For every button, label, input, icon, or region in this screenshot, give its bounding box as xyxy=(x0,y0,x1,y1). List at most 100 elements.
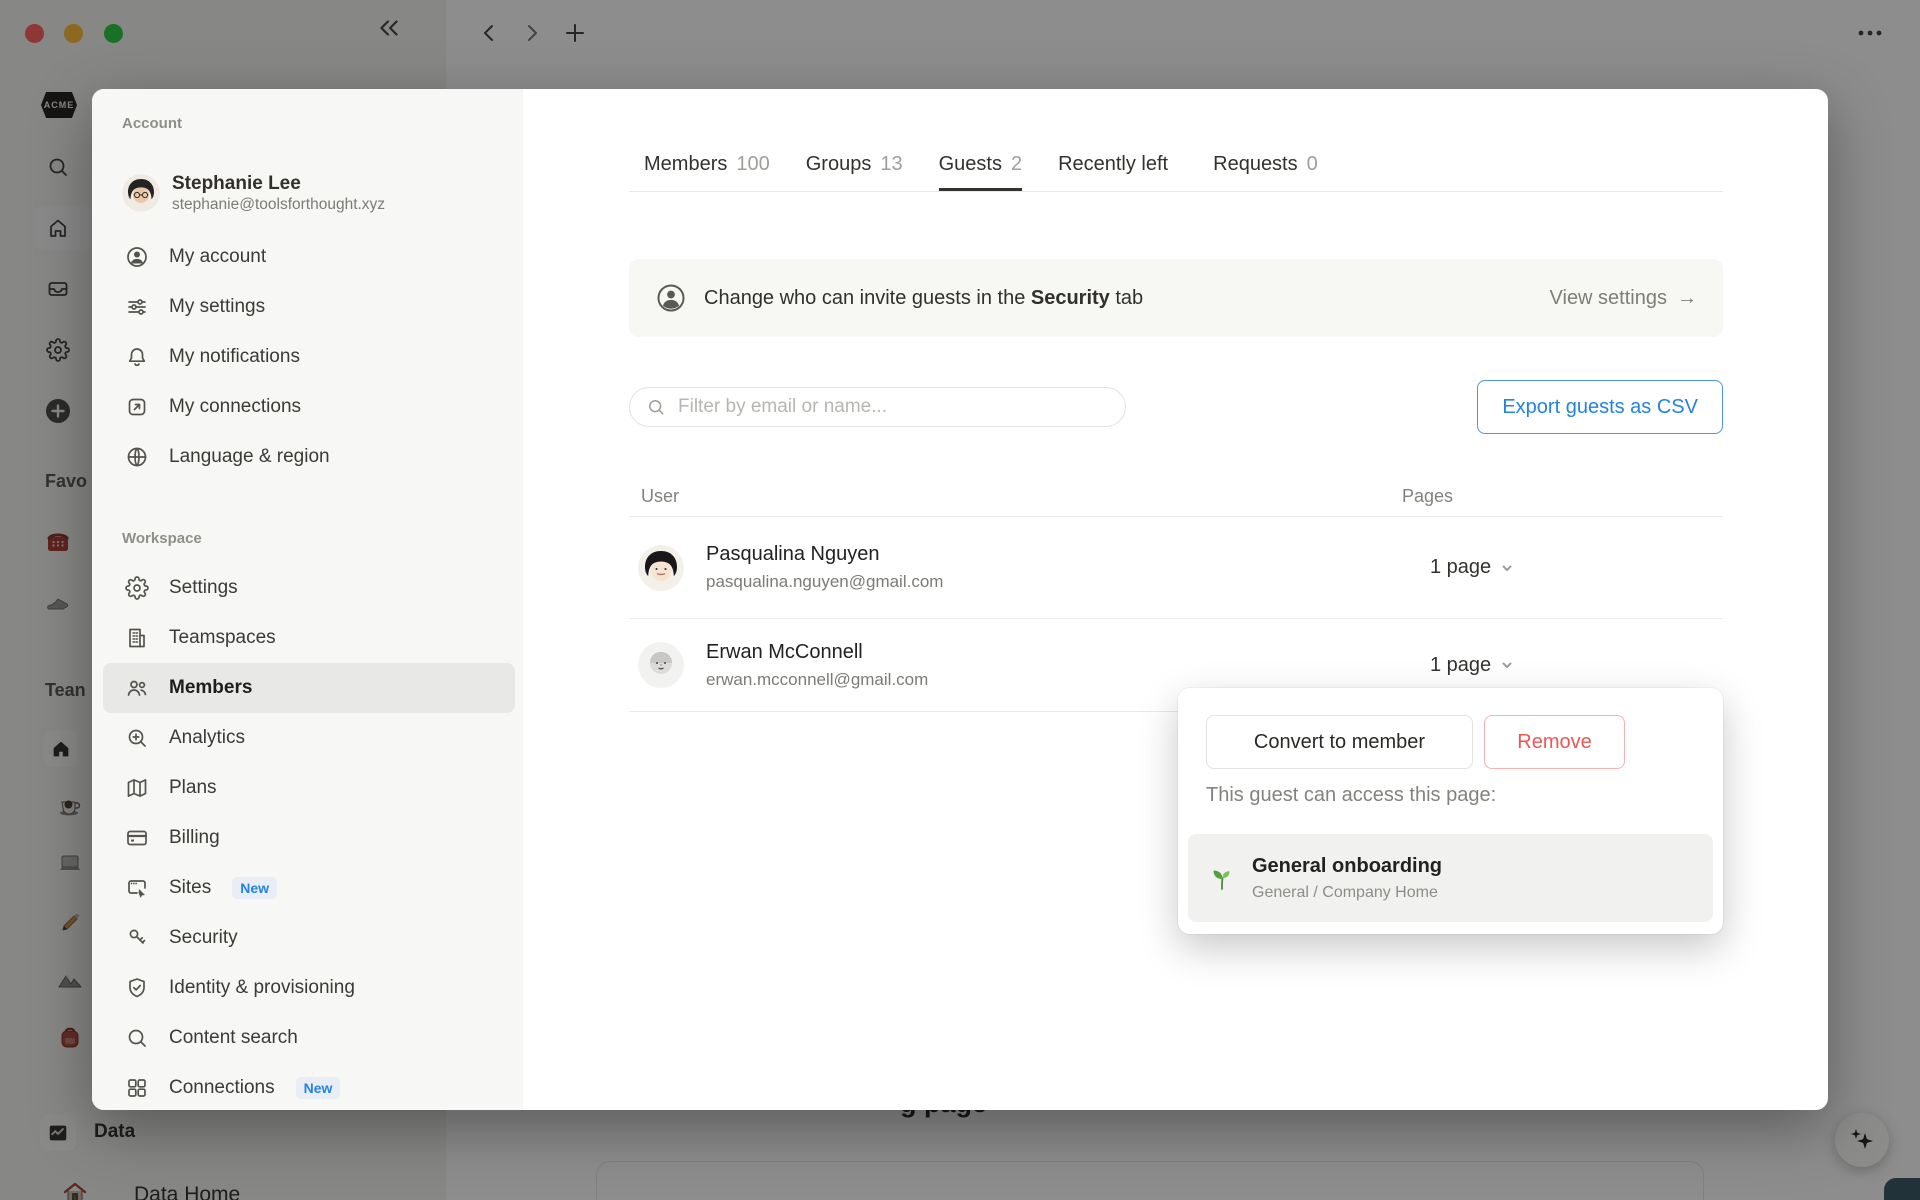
page-path: General / Company Home xyxy=(1252,883,1438,901)
people-icon xyxy=(122,676,152,700)
guest-row[interactable]: Pasqualina Nguyen pasqualina.nguyen@gmai… xyxy=(629,517,1723,619)
tab-label: Members xyxy=(644,153,728,175)
building-icon xyxy=(122,626,152,650)
nav-my-account[interactable]: My account xyxy=(92,232,523,282)
bell-icon xyxy=(122,345,152,369)
nav-plans[interactable]: Plans xyxy=(92,763,523,813)
nav-my-notifications[interactable]: My notifications xyxy=(92,332,523,382)
guest-email: pasqualina.nguyen@gmail.com xyxy=(706,572,944,591)
credit-card-icon xyxy=(122,826,152,850)
browser-icon xyxy=(122,876,152,900)
shield-check-icon xyxy=(122,976,152,1000)
key-icon xyxy=(122,926,152,950)
nav-security[interactable]: Security xyxy=(92,913,523,963)
nav-label: Security xyxy=(169,927,238,948)
person-circle-icon xyxy=(122,245,152,269)
banner-text: Change who can invite guests in the Secu… xyxy=(704,286,1144,309)
workspace-section-title: Workspace xyxy=(122,530,202,547)
page-title: General onboarding xyxy=(1252,854,1443,877)
tab-label: Requests xyxy=(1213,153,1298,175)
pages-dropdown[interactable]: 1 page xyxy=(1430,654,1514,677)
guest-name: Pasqualina Nguyen xyxy=(706,543,880,565)
remove-guest-button[interactable]: Remove xyxy=(1484,715,1625,769)
nav-label: Language & region xyxy=(169,446,330,467)
new-badge: New xyxy=(232,877,278,899)
account-section-title: Account xyxy=(122,115,182,132)
tab-label: Groups xyxy=(805,153,872,175)
nav-settings[interactable]: Settings xyxy=(92,563,523,613)
nav-label: My account xyxy=(169,246,267,267)
avatar xyxy=(122,174,160,212)
seedling-icon xyxy=(1213,870,1230,890)
invite-guests-banner: Change who can invite guests in the Secu… xyxy=(629,259,1723,337)
guest-email: erwan.mcconnell@gmail.com xyxy=(706,669,929,689)
guest-actions-popup: Convert to member Remove This guest can … xyxy=(1178,688,1723,934)
nav-label: My settings xyxy=(169,296,266,317)
tab-count: 13 xyxy=(880,153,903,175)
nav-label: Analytics xyxy=(169,727,246,748)
tab-requests[interactable]: Requests 0 xyxy=(1213,153,1318,191)
chevron-down-icon xyxy=(1502,565,1512,571)
globe-icon xyxy=(122,445,152,469)
nav-label: Identity & provisioning xyxy=(169,977,355,998)
column-pages: Pages xyxy=(1402,486,1454,506)
tab-count: 2 xyxy=(1010,153,1023,175)
filter-input-wrapper[interactable] xyxy=(629,387,1126,427)
nav-label: My connections xyxy=(169,396,302,417)
nav-analytics[interactable]: Analytics xyxy=(92,713,523,763)
sliders-icon xyxy=(122,295,152,319)
nav-members[interactable]: Members xyxy=(103,663,515,713)
nav-connections[interactable]: Connections New xyxy=(92,1063,523,1110)
tab-guests[interactable]: Guests 2 xyxy=(938,153,1023,191)
analytics-icon xyxy=(122,726,152,750)
pages-count: 1 page xyxy=(1430,653,1492,676)
arrow-right-icon: → xyxy=(1677,286,1697,309)
guest-controls: Export guests as CSV xyxy=(629,380,1723,434)
nav-identity-provisioning[interactable]: Identity & provisioning xyxy=(92,963,523,1013)
nav-label: Content search xyxy=(169,1027,298,1048)
grid-icon xyxy=(122,1076,152,1100)
search-icon xyxy=(649,400,664,415)
tab-groups[interactable]: Groups 13 xyxy=(806,153,903,191)
nav-content-search[interactable]: Content search xyxy=(92,1013,523,1063)
nav-language-region[interactable]: Language & region xyxy=(92,432,523,482)
tab-count: 0 xyxy=(1306,153,1318,175)
nav-label: Members xyxy=(169,677,253,698)
tab-label: Guests xyxy=(938,153,1002,175)
account-user-email: stephanie@toolsforthought.xyz xyxy=(172,195,386,213)
convert-to-member-button[interactable]: Convert to member xyxy=(1206,715,1473,769)
nav-label: Settings xyxy=(169,577,238,598)
tab-label: Recently left xyxy=(1058,153,1169,175)
guest-name: Erwan McConnell xyxy=(706,640,863,663)
nav-billing[interactable]: Billing xyxy=(92,813,523,863)
nav-label: Billing xyxy=(169,827,220,848)
column-user: User xyxy=(641,486,680,506)
gear-icon xyxy=(122,576,152,600)
tab-members[interactable]: Members 100 xyxy=(644,153,770,191)
view-settings-link[interactable]: View settings → xyxy=(1550,287,1697,310)
nav-label: My notifications xyxy=(169,346,300,367)
account-user[interactable]: Stephanie Lee stephanie@toolsforthought.… xyxy=(122,172,507,214)
nav-label: Teamspaces xyxy=(169,627,276,648)
nav-my-connections[interactable]: My connections xyxy=(92,382,523,432)
nav-my-settings[interactable]: My settings xyxy=(92,282,523,332)
nav-teamspaces[interactable]: Teamspaces xyxy=(92,613,523,663)
screen: ACME Favo Tean Data Data Home Account St… xyxy=(0,0,1920,1200)
tab-recently-left[interactable]: Recently left xyxy=(1058,153,1177,191)
popup-description: This guest can access this page: xyxy=(1206,784,1497,806)
nav-label: Plans xyxy=(169,777,217,798)
filter-input[interactable] xyxy=(676,395,1109,419)
settings-modal: Account Stephanie Lee stephanie@toolsfor… xyxy=(92,89,1828,1110)
guests-table: User Pages Pasqualina Nguyen pasqualina.… xyxy=(629,478,1723,712)
view-settings-label: View settings xyxy=(1549,286,1667,309)
nav-label: Sites xyxy=(169,877,212,898)
accessible-page-item[interactable]: General onboarding General / Company Hom… xyxy=(1188,834,1713,922)
nav-label: Connections xyxy=(169,1077,275,1098)
pages-dropdown[interactable]: 1 page xyxy=(1430,556,1514,579)
person-circle-icon xyxy=(657,284,685,312)
nav-sites[interactable]: Sites New xyxy=(92,863,523,913)
new-badge: New xyxy=(295,1077,341,1099)
map-icon xyxy=(122,776,152,800)
export-guests-button[interactable]: Export guests as CSV xyxy=(1477,380,1723,434)
pages-count: 1 page xyxy=(1430,556,1492,578)
